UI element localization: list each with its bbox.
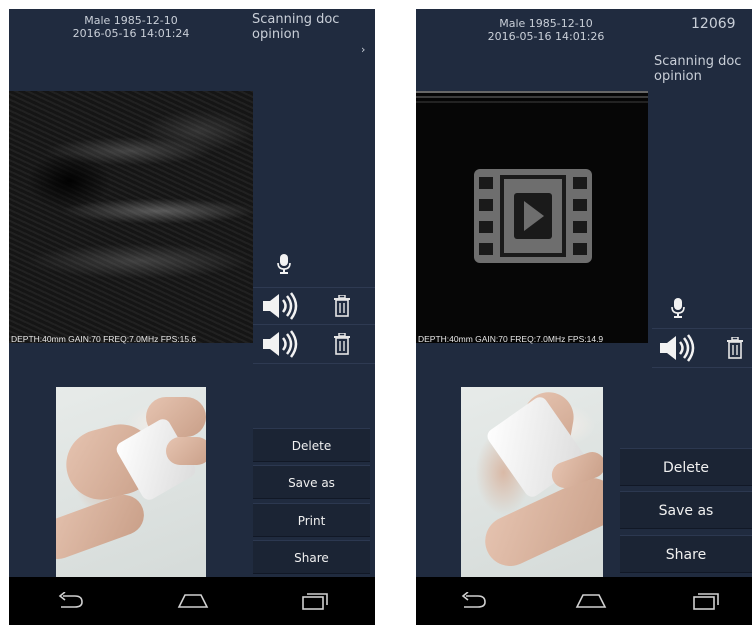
ultrasound-video[interactable] <box>416 91 648 343</box>
trash-icon[interactable] <box>333 333 351 355</box>
probe-position-photo[interactable] <box>56 387 206 577</box>
patient-info: Male 1985-12-10 <box>499 17 593 30</box>
chevron-right-icon[interactable]: › <box>361 43 365 56</box>
navigation-bar <box>416 577 752 625</box>
print-button[interactable]: Print <box>253 503 370 537</box>
probe-position-photo[interactable] <box>461 387 603 577</box>
speaker-icon[interactable] <box>261 330 301 358</box>
save-as-button[interactable]: Save as <box>620 491 752 529</box>
save-as-button[interactable]: Save as <box>253 465 370 499</box>
record-id: 12069 <box>691 16 736 32</box>
recents-icon[interactable] <box>301 592 329 610</box>
ultrasound-image[interactable] <box>9 91 253 343</box>
microphone-icon[interactable] <box>671 297 685 319</box>
delete-button[interactable]: Delete <box>253 428 370 462</box>
back-icon[interactable] <box>460 592 488 610</box>
recents-icon[interactable] <box>692 592 720 610</box>
phone-screen-right: Male 1985-12-10 2016-05-16 14:01:26 1206… <box>416 9 752 625</box>
phone-screen-left: Male 1985-12-10 2016-05-16 14:01:24 Scan… <box>9 9 375 625</box>
scan-parameters: DEPTH:40mm GAIN:70 FREQ:7.0MHz FPS:15.6 <box>11 334 197 344</box>
patient-header: Male 1985-12-10 2016-05-16 14:01:26 <box>466 17 626 43</box>
home-icon[interactable] <box>575 593 607 609</box>
navigation-bar <box>9 577 375 625</box>
home-icon[interactable] <box>177 593 209 609</box>
trash-icon[interactable] <box>726 337 744 359</box>
microphone-icon[interactable] <box>277 253 291 275</box>
exam-datetime: 2016-05-16 14:01:26 <box>487 30 605 43</box>
patient-info: Male 1985-12-10 <box>84 14 178 27</box>
trash-icon[interactable] <box>333 295 351 317</box>
share-button[interactable]: Share <box>620 535 752 573</box>
patient-header: Male 1985-12-10 2016-05-16 14:01:24 <box>51 14 211 40</box>
back-icon[interactable] <box>57 592 85 610</box>
scan-parameters: DEPTH:40mm GAIN:70 FREQ:7.0MHz FPS:14.9 <box>418 334 604 344</box>
share-button[interactable]: Share <box>253 540 370 574</box>
audio-note-row <box>253 287 375 325</box>
scanning-doc-opinion-link[interactable]: Scanning doc opinion <box>654 54 752 84</box>
audio-note-row <box>253 324 375 364</box>
speaker-icon[interactable] <box>261 292 301 320</box>
delete-button[interactable]: Delete <box>620 448 752 486</box>
speaker-icon[interactable] <box>658 334 698 362</box>
exam-datetime: 2016-05-16 14:01:24 <box>72 27 190 40</box>
video-play-icon[interactable] <box>474 169 592 263</box>
scanning-doc-opinion-link[interactable]: Scanning doc opinion <box>252 12 372 42</box>
audio-note-row <box>652 328 752 368</box>
